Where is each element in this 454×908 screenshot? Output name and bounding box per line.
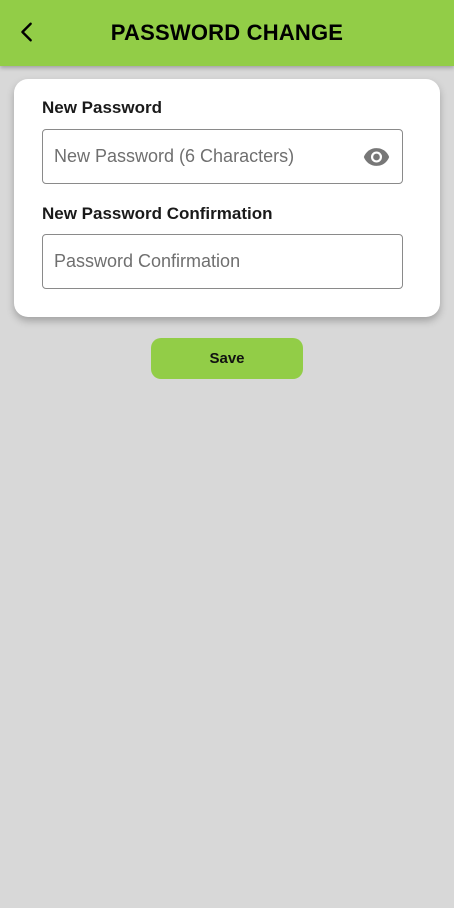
toggle-password-visibility-button[interactable] <box>362 145 390 169</box>
new-password-field-box <box>42 129 403 184</box>
new-password-label: New Password <box>42 98 162 117</box>
chevron-left-icon <box>21 22 32 42</box>
confirm-password-input[interactable] <box>43 235 402 288</box>
page-title: PASSWORD CHANGE <box>110 20 344 45</box>
save-button[interactable]: Save <box>151 338 303 379</box>
password-form-card: New Password New Password Confirmation <box>14 79 440 317</box>
back-button[interactable] <box>10 15 44 49</box>
eye-icon <box>363 148 389 166</box>
app-bar: PASSWORD CHANGE <box>0 0 454 66</box>
confirm-password-label: New Password Confirmation <box>42 204 273 223</box>
new-password-input[interactable] <box>43 130 402 183</box>
confirm-password-field-box <box>42 234 403 289</box>
